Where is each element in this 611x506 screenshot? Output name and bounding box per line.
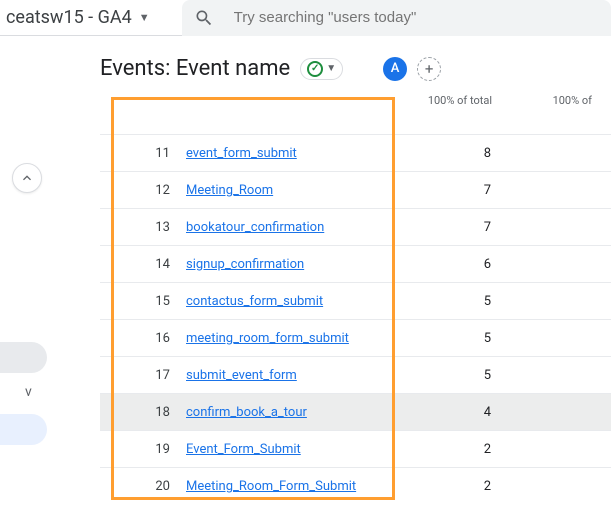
row-value-2	[511, 431, 611, 468]
property-name: ceatsw15 - GA4	[6, 7, 132, 28]
row-name-cell: event_form_submit	[186, 135, 396, 172]
table-row[interactable]: 12Meeting_Room 7	[100, 172, 611, 209]
event-name-link[interactable]: bookatour_confirmation	[186, 220, 324, 235]
table-row[interactable]: 20Meeting_Room_Form_Submit 2	[100, 468, 611, 505]
page-title: Events: Event name	[100, 56, 290, 81]
row-index: 15	[100, 283, 186, 320]
row-name-cell: bookatour_confirmation	[186, 209, 396, 246]
row-name-cell: submit_event_form	[186, 357, 396, 394]
row-value-2	[511, 246, 611, 283]
table-header-meta: 100% of total 100% of	[411, 93, 611, 107]
event-name-link[interactable]: signup_confirmation	[186, 257, 304, 272]
chevron-up-icon	[19, 170, 35, 186]
row-index: 17	[100, 357, 186, 394]
event-name-link[interactable]: submit_event_form	[186, 368, 297, 383]
search-bar[interactable]	[182, 0, 611, 36]
top-bar: ceatsw15 - GA4 ▼	[0, 0, 611, 36]
collapse-sidebar-button[interactable]	[12, 163, 42, 193]
event-name-link[interactable]: meeting_room_form_submit	[186, 331, 349, 346]
row-value-2	[511, 283, 611, 320]
events-table: 100% of total 100% of 11event_form_submi…	[100, 95, 611, 505]
chevron-down-icon: ▼	[326, 63, 336, 74]
meta-col-2: 100% of	[511, 93, 611, 107]
table-row[interactable]: 15contactus_form_submit 5	[100, 283, 611, 320]
table-row[interactable]: 16meeting_room_form_submit 5	[100, 320, 611, 357]
row-value: 7	[396, 172, 511, 209]
row-value: 2	[396, 468, 511, 505]
event-name-link[interactable]: confirm_book_a_tour	[186, 405, 307, 420]
event-name-link[interactable]: Meeting_Room_Form_Submit	[186, 479, 356, 494]
row-name-cell: contactus_form_submit	[186, 283, 396, 320]
row-value: 8	[396, 135, 511, 172]
row-index: 16	[100, 320, 186, 357]
search-input[interactable]	[234, 9, 599, 26]
row-value: 5	[396, 283, 511, 320]
row-value: 6	[396, 246, 511, 283]
row-name-cell: confirm_book_a_tour	[186, 394, 396, 431]
row-value: 5	[396, 357, 511, 394]
table-row[interactable]: 13bookatour_confirmation 7	[100, 209, 611, 246]
row-value: 7	[396, 209, 511, 246]
sidebar-item-blue[interactable]	[0, 414, 47, 445]
row-name-cell: Meeting_Room_Form_Submit	[186, 468, 396, 505]
row-value-2	[511, 320, 611, 357]
row-value-2	[511, 209, 611, 246]
sidebar-label: v	[25, 384, 32, 400]
row-value: 2	[396, 431, 511, 468]
row-index: 11	[100, 135, 186, 172]
add-comparison-button[interactable]: +	[417, 57, 441, 81]
meta-col-1: 100% of total	[411, 93, 511, 107]
table-row[interactable]: 14signup_confirmation 6	[100, 246, 611, 283]
col1-pct: 100% of total	[428, 94, 492, 107]
row-index: 18	[100, 394, 186, 431]
row-value-2	[511, 135, 611, 172]
row-name-cell: meeting_room_form_submit	[186, 320, 396, 357]
col2-pct: 100% of	[553, 94, 592, 107]
check-circle-icon: ✓	[307, 61, 323, 77]
row-value-2	[511, 394, 611, 431]
row-value-2	[511, 357, 611, 394]
row-value-2	[511, 172, 611, 209]
row-index: 13	[100, 209, 186, 246]
title-row: Events: Event name ✓ ▼ A +	[0, 36, 611, 101]
event-name-link[interactable]: contactus_form_submit	[186, 294, 323, 309]
table-row[interactable]: 11event_form_submit 8	[100, 135, 611, 172]
table-row[interactable]: 19Event_Form_Submit 2	[100, 431, 611, 468]
row-value: 5	[396, 320, 511, 357]
chevron-down-icon: ▼	[139, 11, 150, 24]
avatar[interactable]: A	[383, 57, 407, 81]
search-icon	[194, 8, 214, 28]
row-value-2	[511, 468, 611, 505]
table-row[interactable]: 18confirm_book_a_tour 4	[100, 394, 611, 431]
row-index: 19	[100, 431, 186, 468]
row-value: 4	[396, 394, 511, 431]
row-index: 12	[100, 172, 186, 209]
property-selector[interactable]: ceatsw15 - GA4 ▼	[0, 7, 156, 28]
row-name-cell: Meeting_Room	[186, 172, 396, 209]
row-index: 20	[100, 468, 186, 505]
status-filter-chip[interactable]: ✓ ▼	[300, 58, 343, 80]
table-row[interactable]: 17submit_event_form 5	[100, 357, 611, 394]
event-name-link[interactable]: Meeting_Room	[186, 183, 273, 198]
sidebar-item-grey[interactable]	[0, 342, 47, 373]
event-name-link[interactable]: event_form_submit	[186, 146, 297, 161]
row-index: 14	[100, 246, 186, 283]
event-name-link[interactable]: Event_Form_Submit	[186, 442, 301, 457]
row-name-cell: Event_Form_Submit	[186, 431, 396, 468]
row-name-cell: signup_confirmation	[186, 246, 396, 283]
left-sidebar: v	[0, 36, 48, 506]
